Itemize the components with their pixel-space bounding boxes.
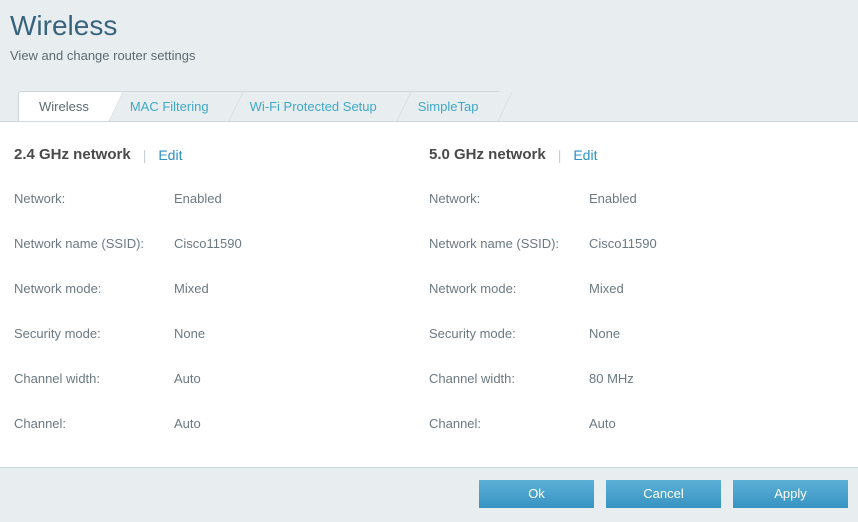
value-mode: Mixed (589, 281, 624, 296)
label-mode: Network mode: (429, 281, 589, 296)
label-channel: Channel: (429, 416, 589, 431)
tab-simpletap[interactable]: SimpleTap (397, 91, 500, 121)
label-ssid: Network name (SSID): (429, 236, 589, 251)
label-network: Network: (14, 191, 174, 206)
tab-bar: Wireless MAC Filtering Wi-Fi Protected S… (18, 91, 848, 121)
edit-50-link[interactable]: Edit (573, 147, 597, 163)
label-ssid: Network name (SSID): (14, 236, 174, 251)
value-ssid: Cisco11590 (174, 236, 242, 251)
cancel-button[interactable]: Cancel (606, 480, 721, 508)
edit-24-link[interactable]: Edit (158, 147, 182, 163)
value-channel: Auto (589, 416, 616, 431)
page-header: Wireless View and change router settings… (0, 0, 858, 121)
apply-button[interactable]: Apply (733, 480, 848, 508)
label-width: Channel width: (429, 371, 589, 386)
network-24ghz: 2.4 GHz network | Edit Network:Enabled N… (14, 146, 429, 461)
tab-wireless[interactable]: Wireless (18, 91, 110, 121)
tab-content: 2.4 GHz network | Edit Network:Enabled N… (0, 121, 858, 501)
value-network: Enabled (589, 191, 637, 206)
label-network: Network: (429, 191, 589, 206)
network-50ghz: 5.0 GHz network | Edit Network:Enabled N… (429, 146, 844, 461)
label-width: Channel width: (14, 371, 174, 386)
footer-bar: Ok Cancel Apply (0, 467, 858, 522)
page-title: Wireless (10, 10, 848, 42)
value-width: 80 MHz (589, 371, 634, 386)
value-ssid: Cisco11590 (589, 236, 657, 251)
label-security: Security mode: (429, 326, 589, 341)
page-subtitle: View and change router settings (10, 48, 848, 63)
divider: | (558, 147, 562, 163)
value-network: Enabled (174, 191, 222, 206)
tab-wifi-protected-setup[interactable]: Wi-Fi Protected Setup (229, 91, 398, 121)
ok-button[interactable]: Ok (479, 480, 594, 508)
tab-mac-filtering[interactable]: MAC Filtering (109, 91, 230, 121)
label-security: Security mode: (14, 326, 174, 341)
network-24-title: 2.4 GHz network (14, 146, 131, 163)
divider: | (143, 147, 147, 163)
network-50-title: 5.0 GHz network (429, 146, 546, 163)
value-width: Auto (174, 371, 201, 386)
value-mode: Mixed (174, 281, 209, 296)
value-security: None (589, 326, 620, 341)
label-mode: Network mode: (14, 281, 174, 296)
value-security: None (174, 326, 205, 341)
label-channel: Channel: (14, 416, 174, 431)
value-channel: Auto (174, 416, 201, 431)
